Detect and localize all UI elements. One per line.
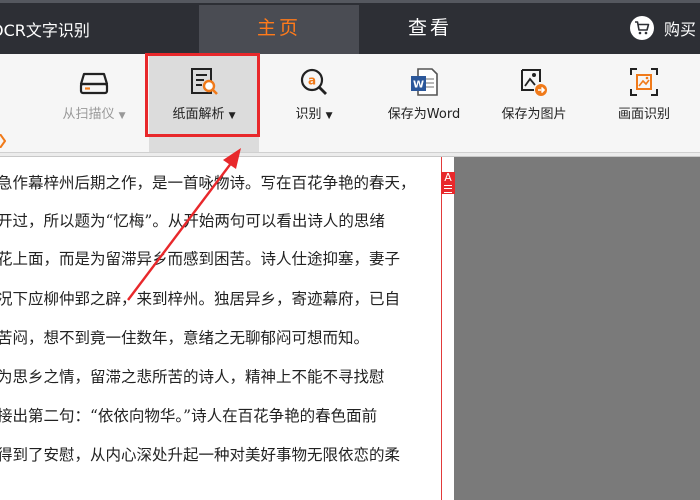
page-gutter xyxy=(442,157,454,500)
app-title: OCR文字识别 xyxy=(0,21,90,40)
svg-text:W: W xyxy=(413,80,424,91)
document-line: 急作幕梓州后期之作，是一首咏物诗。写在百花争艳的春天， xyxy=(0,174,416,192)
buy-button[interactable]: 购买 xyxy=(630,15,696,41)
document-line: 得到了安慰，从内心深处升起一种对美好事物无限依恋的柔 xyxy=(0,446,401,464)
document-page[interactable]: 急作幕梓州后期之作，是一首咏物诗。写在百花争艳的春天， 开过，所以题为“忆梅”。… xyxy=(0,157,442,500)
dropdown-arrow-icon: ▼ xyxy=(118,111,126,121)
recognize-label: 识别 xyxy=(295,107,322,122)
dropdown-arrow-icon: ▼ xyxy=(228,111,236,121)
save-image-icon xyxy=(521,69,547,96)
svg-text:a: a xyxy=(308,74,316,88)
tab-view[interactable]: 查看 xyxy=(360,5,500,54)
from-scanner-label: 从扫描仪 xyxy=(62,107,115,122)
shopping-cart-icon xyxy=(630,16,654,40)
document-line: 苦闷，想不到竟一住数年，意绪之无聊郁闷可想而知。 xyxy=(0,329,370,347)
text-region-marker[interactable]: A xyxy=(441,172,455,194)
recognize-button[interactable]: a 识别 ▼ xyxy=(259,54,369,152)
tab-home[interactable]: 主页 xyxy=(199,5,359,54)
document-line: 花上面，而是为留滞异乡而感到困苦。诗人仕途抑塞，妻子 xyxy=(0,250,401,268)
save-as-word-label: 保存为Word xyxy=(387,107,461,122)
screen-recognition-label: 画面识别 xyxy=(617,107,670,122)
save-as-image-label: 保存为图片 xyxy=(501,107,567,122)
save-as-image-button[interactable]: 保存为图片 xyxy=(479,54,589,152)
recognize-icon: a xyxy=(300,68,327,95)
word-icon: W xyxy=(411,68,438,96)
document-line: 开过，所以题为“忆梅”。从开始两句可以看出诗人的思绪 xyxy=(0,212,385,230)
screen-recognition-icon xyxy=(630,68,658,96)
arrow-fragment-icon xyxy=(0,134,6,148)
page-analysis-button[interactable]: 纸面解析 ▼ xyxy=(149,54,259,152)
page-analysis-label: 纸面解析 xyxy=(172,107,225,122)
region-letter: A xyxy=(444,171,452,184)
menu-lines-icon xyxy=(444,185,452,193)
document-line: 接出第二句：“依依向物华。”诗人在百花争艳的春色面前 xyxy=(0,407,378,425)
screen-recognition-button[interactable]: 画面识别 xyxy=(589,54,699,152)
title-bar: OCR文字识别 主页 查看 购买 xyxy=(0,0,700,54)
ribbon-toolbar: 从扫描仪 ▼ 纸面解析 ▼ a 识别 ▼ W 保存为Word 保存为图片 画面识… xyxy=(0,54,700,152)
page-analysis-icon xyxy=(191,68,218,95)
save-as-word-button[interactable]: W 保存为Word xyxy=(369,54,479,152)
document-line: 为思乡之情，留滞之悲所苦的诗人，精神上不能不寻找慰 xyxy=(0,368,385,386)
dropdown-arrow-icon: ▼ xyxy=(325,111,333,121)
from-scanner-button[interactable]: 从扫描仪 ▼ xyxy=(39,54,149,152)
buy-label: 购买 xyxy=(664,20,697,39)
document-line: 况下应柳仲郢之辟，来到梓州。独居异乡，寄迹幕府，已自 xyxy=(0,290,401,308)
scanner-icon xyxy=(79,72,109,95)
window-top-edge xyxy=(0,0,700,3)
